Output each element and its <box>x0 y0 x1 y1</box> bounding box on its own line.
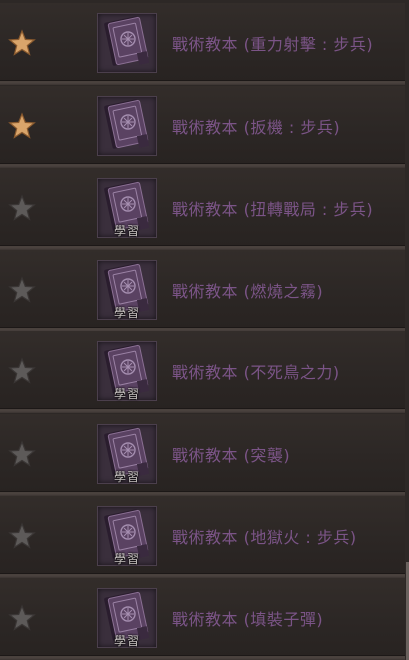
learn-label: 學習 <box>113 470 140 484</box>
item-slot[interactable]: 學習 <box>97 588 157 648</box>
list-item[interactable]: 學習 戰術教本 (地獄火 : 步兵) <box>0 496 405 578</box>
item-slot[interactable]: 學習 <box>97 424 157 484</box>
learn-label: 學習 <box>113 634 140 648</box>
list-item[interactable]: 戰術教本 (重力射擊 : 步兵) <box>0 3 405 85</box>
item-title: 戰術教本 (重力射擊 : 步兵) <box>172 35 374 54</box>
star-icon[interactable] <box>8 357 36 385</box>
item-title: 戰術教本 (扳機 : 步兵) <box>172 118 341 137</box>
list-item[interactable]: 戰術教本 (扳機 : 步兵) <box>0 86 405 168</box>
row-divider <box>0 409 405 413</box>
item-title: 戰術教本 (地獄火 : 步兵) <box>172 528 357 547</box>
star-icon[interactable] <box>8 604 36 632</box>
learn-label: 學習 <box>113 224 140 238</box>
star-icon[interactable] <box>8 29 36 57</box>
item-slot[interactable]: 學習 <box>97 260 157 320</box>
row-divider <box>0 81 405 85</box>
item-slot[interactable]: 學習 <box>97 506 157 566</box>
learn-label: 學習 <box>113 387 140 401</box>
list-item[interactable]: 學習 戰術教本 (不死鳥之力) <box>0 331 405 413</box>
list-item[interactable]: 學習 戰術教本 (燃燒之霧) <box>0 250 405 332</box>
star-icon[interactable] <box>8 194 36 222</box>
star-icon[interactable] <box>8 522 36 550</box>
star-icon[interactable] <box>8 440 36 468</box>
item-slot[interactable] <box>97 13 157 73</box>
item-title: 戰術教本 (不死鳥之力) <box>172 363 340 382</box>
learn-label: 學習 <box>113 306 140 320</box>
list-item[interactable]: 學習 戰術教本 (突襲) <box>0 414 405 496</box>
row-divider <box>0 656 405 660</box>
item-slot[interactable] <box>97 96 157 156</box>
item-slot[interactable]: 學習 <box>97 178 157 238</box>
item-title: 戰術教本 (燃燒之霧) <box>172 282 324 301</box>
item-title: 戰術教本 (扭轉戰局 : 步兵) <box>172 200 374 219</box>
star-icon[interactable] <box>8 112 36 140</box>
star-icon[interactable] <box>8 276 36 304</box>
learn-label: 學習 <box>113 552 140 566</box>
list-item[interactable]: 學習 戰術教本 (填裝子彈) <box>0 578 405 660</box>
item-list: 戰術教本 (重力射擊 : 步兵) 戰術教本 (扳機 : 步兵) 學習 戰術教本 (扭轉… <box>0 0 409 660</box>
item-title: 戰術教本 (填裝子彈) <box>172 610 324 629</box>
item-title: 戰術教本 (突襲) <box>172 446 291 465</box>
item-slot[interactable]: 學習 <box>97 341 157 401</box>
list-item[interactable]: 學習 戰術教本 (扭轉戰局 : 步兵) <box>0 168 405 250</box>
